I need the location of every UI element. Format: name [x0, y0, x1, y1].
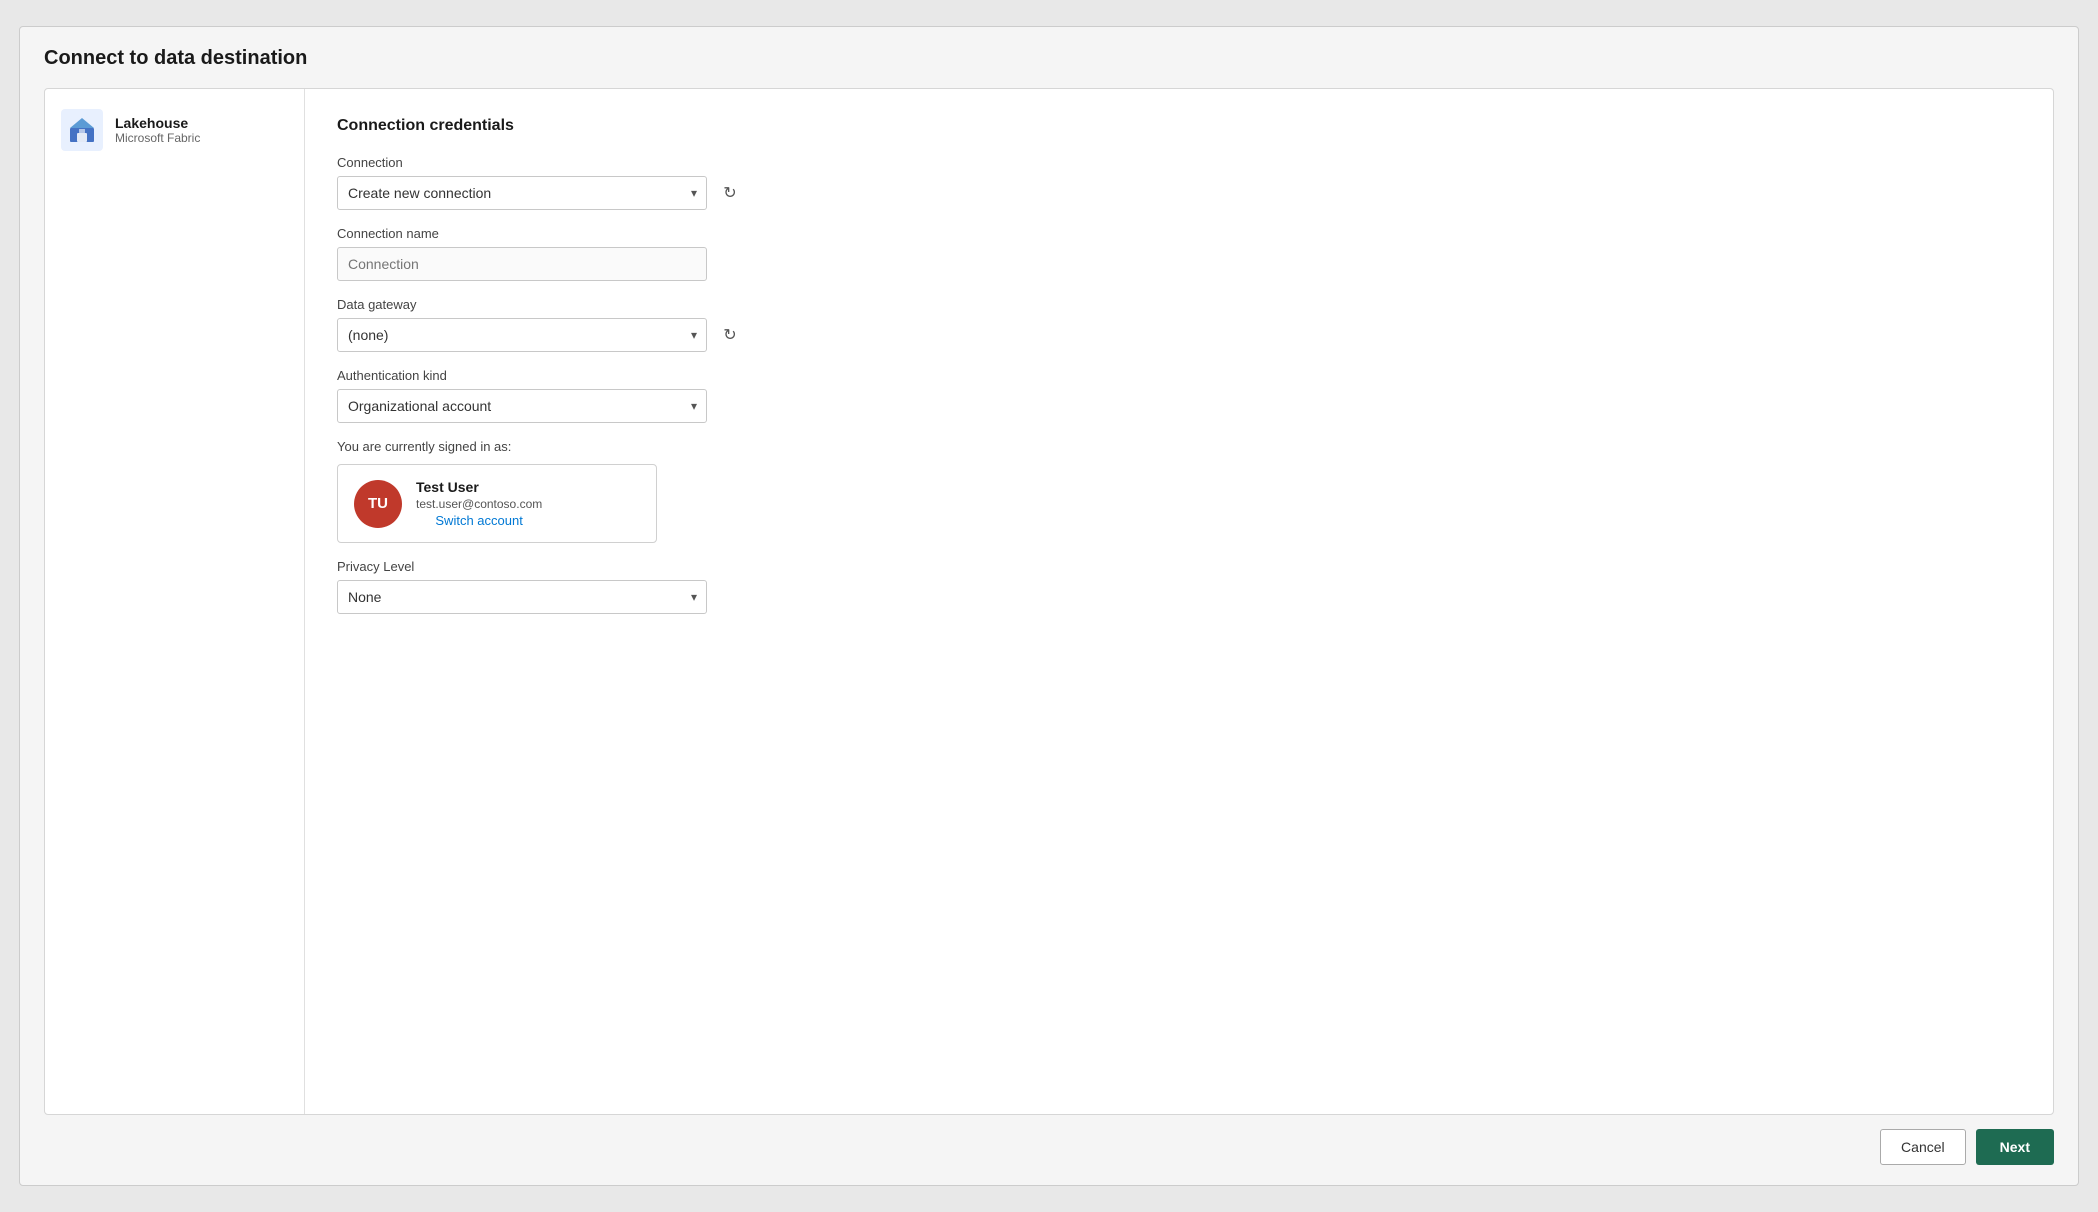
dialog-body: Lakehouse Microsoft Fabric Connection cr…: [44, 88, 2054, 1115]
sidebar-lakehouse-name: Lakehouse: [115, 115, 200, 131]
lakehouse-svg-icon: [68, 116, 96, 144]
connection-label: Connection: [337, 155, 2021, 170]
auth-kind-label: Authentication kind: [337, 368, 2021, 383]
avatar: TU: [354, 480, 402, 528]
privacy-level-label: Privacy Level: [337, 559, 2021, 574]
data-gateway-select[interactable]: (none): [337, 318, 707, 352]
auth-kind-field-group: Authentication kind Organizational accou…: [337, 368, 2021, 423]
refresh-icon: ↻: [723, 183, 736, 203]
lakehouse-icon: [61, 109, 103, 151]
connection-select-wrapper: Create new connection ▾: [337, 176, 707, 210]
dialog-wrapper: Connect to data destination Lakehouse Mi…: [19, 26, 2079, 1186]
main-content: Connection credentials Connection Create…: [305, 89, 2053, 1114]
switch-account-button[interactable]: Switch account: [416, 513, 542, 528]
sidebar-lakehouse-sub: Microsoft Fabric: [115, 131, 200, 145]
credentials-section-title: Connection credentials: [337, 117, 2021, 135]
signed-in-group: You are currently signed in as: TU Test …: [337, 439, 2021, 543]
connection-field-group: Connection Create new connection ▾ ↻: [337, 155, 2021, 210]
privacy-level-select-wrapper: None ▾: [337, 580, 707, 614]
connection-select[interactable]: Create new connection: [337, 176, 707, 210]
data-gateway-field-row: (none) ▾ ↻: [337, 318, 2021, 352]
data-gateway-select-wrapper: (none) ▾: [337, 318, 707, 352]
connection-name-input[interactable]: [337, 247, 707, 281]
connection-name-label: Connection name: [337, 226, 2021, 241]
signed-in-label: You are currently signed in as:: [337, 439, 2021, 454]
refresh-icon-gateway: ↻: [723, 325, 736, 345]
user-info: Test User test.user@contoso.com Switch a…: [416, 479, 542, 528]
auth-kind-select[interactable]: Organizational account: [337, 389, 707, 423]
user-email: test.user@contoso.com: [416, 497, 542, 511]
data-gateway-field-group: Data gateway (none) ▾ ↻: [337, 297, 2021, 352]
privacy-level-field-group: Privacy Level None ▾: [337, 559, 2021, 614]
privacy-level-select[interactable]: None: [337, 580, 707, 614]
cancel-button[interactable]: Cancel: [1880, 1129, 1966, 1165]
dialog-footer: Cancel Next: [44, 1115, 2054, 1165]
data-gateway-refresh-button[interactable]: ↻: [715, 320, 745, 350]
sidebar-item-lakehouse: Lakehouse Microsoft Fabric: [61, 109, 288, 151]
connection-refresh-button[interactable]: ↻: [715, 178, 745, 208]
next-button[interactable]: Next: [1976, 1129, 2054, 1165]
user-card: TU Test User test.user@contoso.com Switc…: [337, 464, 657, 543]
sidebar-text: Lakehouse Microsoft Fabric: [115, 115, 200, 145]
sidebar: Lakehouse Microsoft Fabric: [45, 89, 305, 1114]
auth-kind-select-wrapper: Organizational account ▾: [337, 389, 707, 423]
connection-field-row: Create new connection ▾ ↻: [337, 176, 2021, 210]
connection-name-field-group: Connection name: [337, 226, 2021, 281]
user-name: Test User: [416, 479, 542, 495]
dialog-title: Connect to data destination: [44, 47, 2054, 70]
data-gateway-label: Data gateway: [337, 297, 2021, 312]
